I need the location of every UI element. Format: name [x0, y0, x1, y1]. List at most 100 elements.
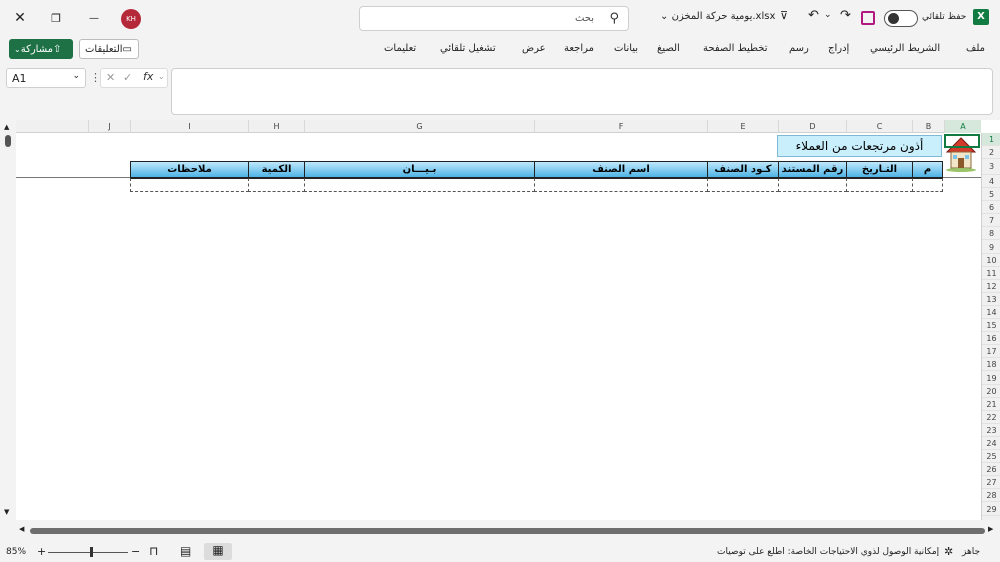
insert-function-icon[interactable]: fx [143, 70, 153, 83]
row-header-26[interactable]: 26 [982, 463, 1000, 477]
name-box[interactable]: A1 ⌄ [6, 68, 86, 88]
column-header-d[interactable]: D [778, 120, 846, 133]
row-header-1[interactable]: 1 [982, 133, 1000, 146]
undo-dropdown-icon[interactable]: ⌄ [824, 10, 832, 20]
active-cell-a1[interactable] [944, 134, 980, 148]
file-name-dropdown[interactable]: ⌄ يومية حركة المخزن.xlsx [660, 11, 775, 22]
tab-review[interactable]: مراجعة [564, 43, 594, 54]
row-header-6[interactable]: 6 [982, 201, 1000, 215]
tab-home[interactable]: الشريط الرئيسي [870, 43, 940, 54]
header-cell-date[interactable]: التـاريخ [846, 161, 913, 178]
zoom-in-button[interactable]: − [131, 545, 140, 558]
tab-view[interactable]: عرض [522, 43, 546, 54]
row-header-19[interactable]: 19 [982, 372, 1000, 385]
page-break-view-icon[interactable]: ⊓ [149, 544, 158, 558]
zoom-slider-thumb[interactable] [90, 547, 93, 557]
scroll-right-icon[interactable]: ▶ [988, 525, 993, 533]
search-box[interactable]: بحث ⚲ [359, 6, 629, 31]
horizontal-scrollbar[interactable]: ◀ ▶ [0, 520, 1000, 542]
zoom-level[interactable]: 85% [6, 547, 26, 557]
comments-button[interactable]: التعليقات ▭ [79, 39, 139, 59]
tab-insert[interactable]: إدراج [828, 43, 849, 54]
table-cell[interactable] [248, 178, 305, 192]
header-cell-description[interactable]: بـيـــان [304, 161, 535, 178]
row-header-20[interactable]: 20 [982, 385, 1000, 398]
user-avatar[interactable]: KH [121, 9, 141, 29]
scrollbar-thumb[interactable] [5, 135, 11, 147]
header-cell-doc-number[interactable]: رقم المستند [778, 161, 847, 178]
header-cell-quantity[interactable]: الكمية [248, 161, 305, 178]
column-header-i[interactable]: I [130, 120, 248, 133]
header-cell-item-name[interactable]: اسم الصنف [534, 161, 708, 178]
table-cell[interactable] [304, 178, 535, 192]
row-header-9[interactable]: 9 [982, 241, 1000, 254]
row-header-13[interactable]: 13 [982, 293, 1000, 306]
row-header-11[interactable]: 11 [982, 267, 1000, 280]
tab-file[interactable]: ملف [966, 43, 985, 54]
row-header-21[interactable]: 21 [982, 398, 1000, 411]
tab-help[interactable]: تعليمات [384, 43, 416, 54]
row-header-4[interactable]: 4 [982, 175, 1000, 189]
tab-page-layout[interactable]: تخطيط الصفحة [703, 43, 768, 54]
table-cell[interactable] [778, 178, 847, 192]
column-header-g[interactable]: G [304, 120, 534, 133]
cancel-icon[interactable]: ✕ [106, 71, 115, 84]
table-cell[interactable] [130, 178, 249, 192]
table-cell[interactable] [707, 178, 779, 192]
restore-button[interactable]: ❐ [45, 8, 67, 28]
column-header-a[interactable]: A [944, 120, 981, 133]
tab-automate[interactable]: تشغيل تلقائي [440, 43, 496, 54]
row-header-23[interactable]: 23 [982, 424, 1000, 437]
header-cell-notes[interactable]: ملاحظات [130, 161, 249, 178]
zoom-slider[interactable] [48, 552, 128, 553]
customize-qat-icon[interactable]: ⊽ [780, 9, 788, 22]
normal-view-icon[interactable]: ▦ [204, 543, 232, 560]
row-header-28[interactable]: 28 [982, 489, 1000, 503]
scroll-down-icon[interactable]: ▼ [4, 508, 9, 516]
row-header-27[interactable]: 27 [982, 476, 1000, 490]
tab-formulas[interactable]: الصيغ [657, 43, 680, 54]
column-header-f[interactable]: F [534, 120, 707, 133]
row-header-29[interactable]: 29 [982, 503, 1000, 516]
row-header-22[interactable]: 22 [982, 411, 1000, 424]
worksheet-grid[interactable]: ▲ ▼ ABCDEFGHIJ 1 2 3 4 5 6 7 8 9 10 11 12 13 14 15 16 17… [0, 120, 1000, 520]
column-header-h[interactable]: H [248, 120, 304, 133]
row-header-10[interactable]: 10 [982, 254, 1000, 267]
scroll-up-icon[interactable]: ▲ [4, 123, 9, 131]
row-header-15[interactable]: 15 [982, 319, 1000, 333]
row-header-8[interactable]: 8 [982, 227, 1000, 241]
vertical-scrollbar[interactable]: ▲ ▼ [0, 120, 16, 520]
row-header-25[interactable]: 25 [982, 450, 1000, 464]
column-header-e[interactable]: E [707, 120, 778, 133]
close-button[interactable]: ✕ [9, 8, 31, 28]
accessibility-status[interactable]: إمكانية الوصول لذوي الاحتياجات الخاصة: ا… [717, 547, 939, 557]
scroll-left-icon[interactable]: ◀ [19, 525, 24, 533]
save-icon[interactable] [861, 11, 875, 25]
header-cell-serial[interactable]: م [912, 161, 943, 178]
scrollbar-thumb[interactable] [30, 528, 985, 534]
row-header-16[interactable]: 16 [982, 332, 1000, 346]
row-header-17[interactable]: 17 [982, 345, 1000, 359]
column-header-b[interactable]: B [912, 120, 944, 133]
autosave-toggle[interactable] [884, 10, 918, 27]
row-header-18[interactable]: 18 [982, 358, 1000, 372]
row-header-14[interactable]: 14 [982, 306, 1000, 320]
table-cell[interactable] [846, 178, 913, 192]
column-header-j[interactable]: J [88, 120, 130, 133]
header-cell-item-code[interactable]: كـود الصنف [707, 161, 779, 178]
row-header-7[interactable]: 7 [982, 214, 1000, 228]
column-header-c[interactable]: C [846, 120, 912, 133]
row-header-2[interactable]: 2 [982, 146, 1000, 159]
enter-icon[interactable]: ✓ [123, 71, 132, 84]
tab-draw[interactable]: رسم [789, 43, 809, 54]
minimize-button[interactable]: — [83, 8, 105, 28]
row-header-24[interactable]: 24 [982, 437, 1000, 451]
row-header-5[interactable]: 5 [982, 188, 1000, 202]
redo-icon[interactable]: ↷ [840, 8, 851, 23]
tab-data[interactable]: بيانات [614, 43, 638, 54]
share-button[interactable]: ⌄ مشاركة ⇧ [9, 39, 73, 59]
undo-icon[interactable]: ↶ [808, 8, 819, 23]
row-header-12[interactable]: 12 [982, 280, 1000, 293]
formula-input[interactable] [171, 68, 993, 115]
row-header-3[interactable]: 3 [982, 159, 1000, 175]
